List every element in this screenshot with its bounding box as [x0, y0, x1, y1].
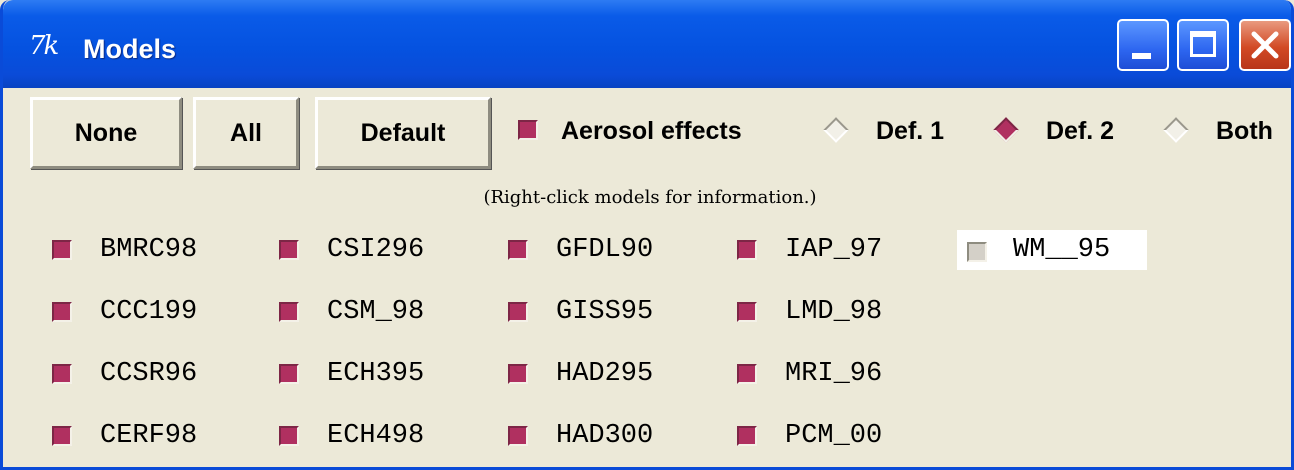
- title-bar[interactable]: 7k Models: [3, 0, 1291, 88]
- def1-label[interactable]: Def. 1: [876, 117, 944, 145]
- model-check-indicator[interactable]: [52, 302, 72, 322]
- model-name[interactable]: CCC199: [100, 294, 197, 330]
- model-checkbox-had295[interactable]: HAD295: [486, 356, 696, 392]
- def2-radio-indicator[interactable]: [993, 117, 1019, 143]
- model-name[interactable]: MRI_96: [785, 356, 882, 392]
- model-checkbox-giss95[interactable]: GISS95: [486, 294, 696, 330]
- model-check-indicator[interactable]: [508, 240, 528, 260]
- maximize-icon: [1190, 31, 1216, 57]
- model-checkbox-iap-97[interactable]: IAP_97: [715, 232, 925, 268]
- tk-app-icon: 7k: [29, 31, 59, 61]
- model-checkbox-ech498[interactable]: ECH498: [257, 418, 467, 454]
- none-button[interactable]: None: [30, 97, 182, 169]
- model-check-indicator[interactable]: [508, 364, 528, 384]
- model-name[interactable]: IAP_97: [785, 232, 882, 268]
- model-name[interactable]: BMRC98: [100, 232, 197, 268]
- model-name[interactable]: WM__95: [1013, 232, 1110, 268]
- both-label[interactable]: Both: [1216, 117, 1273, 145]
- model-name[interactable]: ECH395: [327, 356, 424, 392]
- aerosol-checkbox-indicator[interactable]: [518, 120, 538, 140]
- both-radio-indicator[interactable]: [1163, 117, 1189, 143]
- close-button[interactable]: [1239, 19, 1291, 71]
- model-checkbox-bmrc98[interactable]: BMRC98: [30, 232, 240, 268]
- model-check-indicator[interactable]: [508, 426, 528, 446]
- model-check-indicator[interactable]: [737, 364, 757, 384]
- def1-radio-indicator[interactable]: [823, 117, 849, 143]
- model-checkbox-csi296[interactable]: CSI296: [257, 232, 467, 268]
- model-checkbox-ccc199[interactable]: CCC199: [30, 294, 240, 330]
- model-name[interactable]: CCSR96: [100, 356, 197, 392]
- close-icon: [1251, 31, 1279, 59]
- window-title: Models: [83, 34, 177, 64]
- model-checkbox-mri-96[interactable]: MRI_96: [715, 356, 925, 392]
- model-check-indicator[interactable]: [737, 240, 757, 260]
- model-checkbox-lmd-98[interactable]: LMD_98: [715, 294, 925, 330]
- model-checkbox-cerf98[interactable]: CERF98: [30, 418, 240, 454]
- model-check-indicator[interactable]: [508, 302, 528, 322]
- model-name[interactable]: CSM_98: [327, 294, 424, 330]
- aerosol-effects-label[interactable]: Aerosol effects: [561, 117, 742, 145]
- model-name[interactable]: LMD_98: [785, 294, 882, 330]
- model-checkbox-pcm-00[interactable]: PCM_00: [715, 418, 925, 454]
- def2-label[interactable]: Def. 2: [1046, 117, 1114, 145]
- model-name[interactable]: CERF98: [100, 418, 197, 454]
- model-name[interactable]: ECH498: [327, 418, 424, 454]
- model-checkbox-ech395[interactable]: ECH395: [257, 356, 467, 392]
- model-name[interactable]: HAD295: [556, 356, 653, 392]
- right-click-hint: (Right-click models for information.): [483, 187, 817, 208]
- model-check-indicator[interactable]: [279, 302, 299, 322]
- model-check-indicator[interactable]: [279, 364, 299, 384]
- model-name[interactable]: CSI296: [327, 232, 424, 268]
- model-checkbox-wm-95[interactable]: WM__95: [957, 230, 1147, 270]
- minimize-button[interactable]: [1117, 19, 1169, 71]
- model-checkbox-gfdl90[interactable]: GFDL90: [486, 232, 696, 268]
- model-check-indicator[interactable]: [52, 240, 72, 260]
- model-check-indicator[interactable]: [737, 426, 757, 446]
- models-window: 7k Models None All Default Aerosol effec…: [0, 0, 1294, 470]
- model-name[interactable]: HAD300: [556, 418, 653, 454]
- model-checkbox-ccsr96[interactable]: CCSR96: [30, 356, 240, 392]
- maximize-button[interactable]: [1177, 19, 1229, 71]
- model-check-indicator[interactable]: [967, 242, 987, 262]
- all-button[interactable]: All: [193, 97, 299, 169]
- model-checkbox-csm-98[interactable]: CSM_98: [257, 294, 467, 330]
- default-button[interactable]: Default: [315, 97, 491, 169]
- model-check-indicator[interactable]: [279, 240, 299, 260]
- model-checkbox-had300[interactable]: HAD300: [486, 418, 696, 454]
- model-name[interactable]: GFDL90: [556, 232, 653, 268]
- model-check-indicator[interactable]: [52, 426, 72, 446]
- model-check-indicator[interactable]: [737, 302, 757, 322]
- model-name[interactable]: GISS95: [556, 294, 653, 330]
- minimize-icon: [1132, 53, 1151, 59]
- model-check-indicator[interactable]: [52, 364, 72, 384]
- model-check-indicator[interactable]: [279, 426, 299, 446]
- model-name[interactable]: PCM_00: [785, 418, 882, 454]
- content-area: None All Default Aerosol effects Def. 1 …: [3, 88, 1291, 467]
